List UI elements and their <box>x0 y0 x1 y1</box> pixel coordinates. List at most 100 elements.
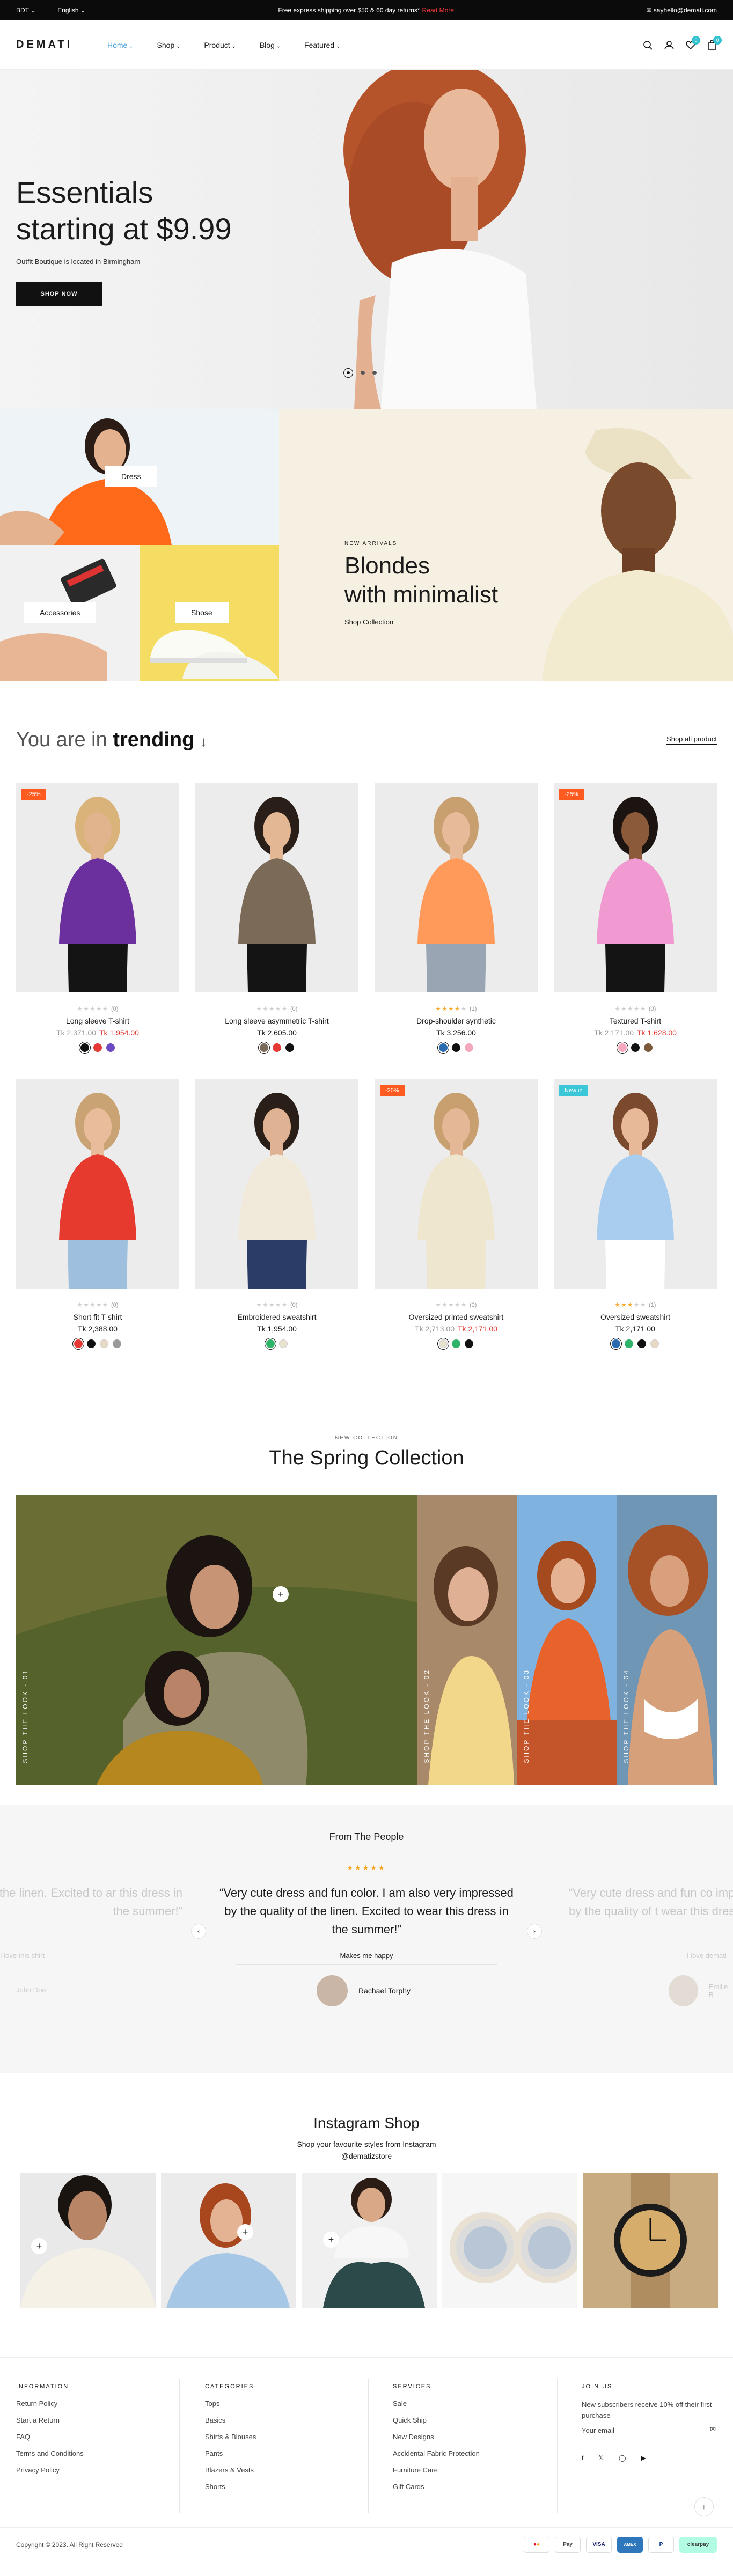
product-name[interactable]: Oversized printed sweatshirt <box>375 1313 538 1321</box>
language-select[interactable]: English ⌄ <box>57 6 86 14</box>
collection-panel-2[interactable]: SHOP THE LOOK - 02 <box>417 1495 517 1785</box>
product-image[interactable]: New in <box>554 1079 717 1289</box>
product-card[interactable]: ★★★★★ (0) Embroidered sweatshirt Tk 1,954.0… <box>195 1079 358 1354</box>
product-image[interactable] <box>195 783 358 992</box>
nav-product[interactable]: Product <box>204 41 236 49</box>
color-swatch[interactable] <box>452 1339 460 1348</box>
instagram-tile[interactable]: + <box>20 2173 156 2308</box>
shoe-banner[interactable]: Shose <box>140 545 279 681</box>
footer-link[interactable]: Quick Ship <box>393 2416 554 2424</box>
color-swatch[interactable] <box>637 1339 646 1348</box>
product-name[interactable]: Drop-shoulder synthetic <box>375 1017 538 1025</box>
product-name[interactable]: Long sleeve asymmetric T-shirt <box>195 1017 358 1025</box>
footer-link[interactable]: Shorts <box>205 2483 366 2491</box>
footer-link[interactable]: Return Policy <box>16 2400 177 2408</box>
slider-dot-3[interactable] <box>372 371 377 375</box>
footer-link[interactable]: FAQ <box>16 2433 177 2441</box>
product-name[interactable]: Short fit T-shirt <box>16 1313 179 1321</box>
instagram-tile[interactable] <box>583 2173 718 2308</box>
footer-link[interactable]: Basics <box>205 2416 366 2424</box>
instagram-tile[interactable]: + <box>302 2173 437 2308</box>
newsletter-email-input[interactable]: Your email ✉ <box>582 2422 716 2439</box>
color-swatch[interactable] <box>273 1043 281 1052</box>
shop-hotspot[interactable]: + <box>323 2232 339 2248</box>
product-image[interactable]: -25% <box>554 783 717 992</box>
color-swatch[interactable] <box>610 1338 622 1350</box>
wishlist-button[interactable]: 0 <box>686 35 700 50</box>
footer-link[interactable]: Privacy Policy <box>16 2466 177 2474</box>
product-image[interactable]: -20% <box>375 1079 538 1289</box>
product-name[interactable]: Textured T-shirt <box>554 1017 717 1025</box>
color-swatch[interactable] <box>650 1339 659 1348</box>
product-image[interactable] <box>16 1079 179 1289</box>
twitter-icon[interactable]: 𝕏 <box>598 2454 604 2462</box>
instagram-icon[interactable]: ◯ <box>619 2454 626 2462</box>
slider-dot-2[interactable] <box>361 371 365 375</box>
color-swatch[interactable] <box>93 1043 102 1052</box>
footer-link[interactable]: New Designs <box>393 2433 554 2441</box>
shop-all-product-link[interactable]: Shop all product <box>666 735 717 745</box>
footer-link[interactable]: Tops <box>205 2400 366 2408</box>
nav-home[interactable]: Home <box>107 41 134 49</box>
accessories-banner[interactable]: Accessories <box>0 545 140 681</box>
testimonial-next-button[interactable]: › <box>527 1924 542 1939</box>
collection-panel-4[interactable]: SHOP THE LOOK - 04 <box>617 1495 717 1785</box>
collection-panel-3[interactable]: SHOP THE LOOK - 03 <box>517 1495 617 1785</box>
footer-link[interactable]: Furniture Care <box>393 2466 554 2474</box>
nav-blog[interactable]: Blog <box>260 41 281 49</box>
cart-button[interactable]: 0 <box>707 35 722 50</box>
slider-dot-1[interactable] <box>343 368 353 378</box>
shop-hotspot[interactable]: + <box>31 2238 47 2254</box>
collection-panel-1[interactable]: + SHOP THE LOOK - 01 <box>16 1495 417 1785</box>
dress-banner[interactable]: Dress <box>0 409 279 545</box>
contact-email[interactable]: ✉ sayhello@demati.com <box>646 6 717 14</box>
product-image[interactable] <box>375 783 538 992</box>
footer-link[interactable]: Gift Cards <box>393 2483 554 2491</box>
footer-link[interactable]: Blazers & Vests <box>205 2466 366 2474</box>
product-card[interactable]: -20% ★★★★★ (0) Oversized printed sweatshirt… <box>375 1079 538 1354</box>
instagram-tile[interactable]: + <box>161 2173 296 2308</box>
color-swatch[interactable] <box>617 1042 628 1054</box>
back-to-top-button[interactable]: ↑ <box>694 2497 714 2516</box>
color-swatch[interactable] <box>72 1338 84 1350</box>
product-card[interactable]: ★★★★★ (0) Short fit T-shirt Tk 2,388.00 <box>16 1079 179 1354</box>
product-image[interactable] <box>195 1079 358 1289</box>
promo-read-more-link[interactable]: Read More <box>422 6 454 14</box>
dress-label[interactable]: Dress <box>105 466 157 487</box>
color-swatch[interactable] <box>452 1043 460 1052</box>
color-swatch[interactable] <box>258 1042 270 1054</box>
shop-now-button[interactable]: SHOP NOW <box>16 282 102 306</box>
color-swatch[interactable] <box>100 1339 108 1348</box>
product-card[interactable]: -25% ★★★★★ (0) Textured T-shirt Tk 2,171.00 T… <box>554 783 717 1058</box>
shop-look-hotspot[interactable]: + <box>273 1586 289 1602</box>
send-icon[interactable]: ✉ <box>710 2425 716 2434</box>
currency-select[interactable]: BDT ⌄ <box>16 6 36 14</box>
product-name[interactable]: Embroidered sweatshirt <box>195 1313 358 1321</box>
product-name[interactable]: Long sleeve T-shirt <box>16 1017 179 1025</box>
product-name[interactable]: Oversized sweatshirt <box>554 1313 717 1321</box>
accessories-label[interactable]: Accessories <box>24 602 97 623</box>
color-swatch[interactable] <box>437 1042 449 1054</box>
footer-link[interactable]: Accidental Fabric Protection <box>393 2449 554 2457</box>
shop-collection-link[interactable]: Shop Collection <box>344 618 394 628</box>
shop-hotspot[interactable]: + <box>237 2224 253 2240</box>
footer-link[interactable]: Pants <box>205 2449 366 2457</box>
color-swatch[interactable] <box>625 1339 633 1348</box>
color-swatch[interactable] <box>285 1043 294 1052</box>
color-swatch[interactable] <box>87 1339 96 1348</box>
footer-link[interactable]: Terms and Conditions <box>16 2449 177 2457</box>
footer-link[interactable]: Shirts & Blouses <box>205 2433 366 2441</box>
product-card[interactable]: New in ★★★★★ (1) Oversized sweatshirt Tk 2,1… <box>554 1079 717 1354</box>
testimonial-prev-button[interactable]: ‹ <box>191 1924 206 1939</box>
shoe-label[interactable]: Shose <box>175 602 229 623</box>
color-swatch[interactable] <box>113 1339 121 1348</box>
product-card[interactable]: -25% ★★★★★ (0) Long sleeve T-shirt Tk 2,371.… <box>16 783 179 1058</box>
nav-shop[interactable]: Shop <box>157 41 181 49</box>
footer-link[interactable]: Sale <box>393 2400 554 2408</box>
product-image[interactable]: -25% <box>16 783 179 992</box>
logo[interactable]: DEMATI <box>16 39 107 51</box>
color-swatch[interactable] <box>265 1338 276 1350</box>
search-icon[interactable] <box>643 40 653 50</box>
color-swatch[interactable] <box>279 1339 288 1348</box>
nav-featured[interactable]: Featured <box>304 41 340 49</box>
